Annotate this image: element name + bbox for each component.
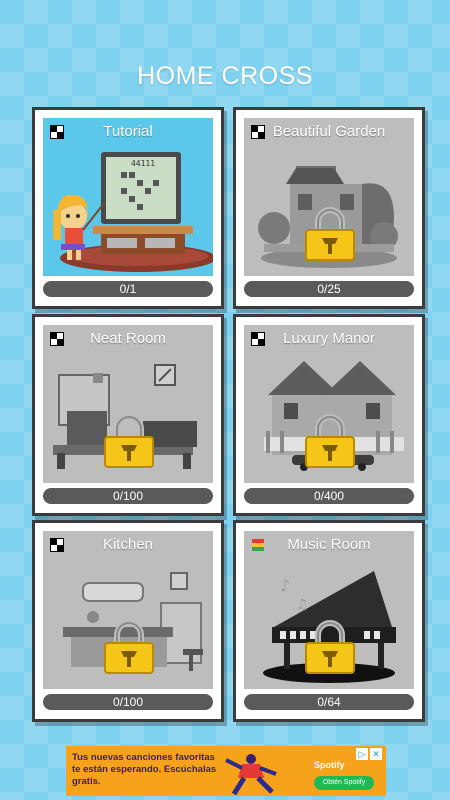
- card-title: Kitchen: [102, 536, 154, 553]
- ad-cta-button[interactable]: Obtén Spotify: [314, 776, 374, 790]
- puzzle-card-neat-room[interactable]: Neat Room 0/100: [35, 317, 221, 513]
- lock-icon: [305, 414, 355, 468]
- card-artwork: Beautiful Garden: [244, 118, 414, 276]
- progress-label: 0/64: [244, 694, 414, 710]
- spotify-logo: Spotify: [314, 760, 345, 770]
- ad-banner[interactable]: Tus nuevas canciones favoritas te están …: [66, 746, 386, 796]
- board-numbers: 44111: [131, 159, 155, 168]
- puzzle-card-kitchen[interactable]: Kitchen 0/100: [35, 523, 221, 719]
- card-artwork: Neat Room: [43, 325, 213, 483]
- card-title: Luxury Manor: [283, 330, 375, 347]
- svg-text:♪: ♪: [280, 576, 290, 595]
- ad-text: Tus nuevas canciones favoritas te están …: [72, 752, 217, 787]
- puzzle-card-music-room[interactable]: Music Room ♪ ♫ 0/64: [236, 523, 422, 719]
- lock-icon: [305, 620, 355, 674]
- card-title: Beautiful Garden: [272, 123, 386, 140]
- card-artwork: Tutorial 44111: [43, 118, 213, 276]
- progress-label: 0/1: [43, 281, 213, 297]
- card-title: Tutorial: [103, 123, 153, 140]
- lock-icon: [104, 414, 154, 468]
- progress-label: 0/100: [43, 488, 213, 504]
- svg-text:♫: ♫: [296, 597, 309, 613]
- ad-info-icon[interactable]: ▷: [356, 748, 368, 760]
- ad-choices[interactable]: ▷ ✕: [356, 748, 384, 760]
- page-title: HOME CROSS: [137, 62, 313, 90]
- tutorial-artwork: 44111: [53, 152, 213, 272]
- card-title: Neat Room: [90, 330, 166, 347]
- lock-icon: [104, 620, 154, 674]
- close-icon[interactable]: ✕: [370, 748, 382, 760]
- card-artwork: Luxury Manor: [244, 325, 414, 483]
- dancer-illustration: [225, 754, 277, 796]
- puzzle-card-tutorial[interactable]: Tutorial 44111 0/1: [35, 110, 221, 306]
- progress-label: 0/25: [244, 281, 414, 297]
- card-artwork: Kitchen: [43, 531, 213, 689]
- card-title: Music Room: [287, 536, 371, 553]
- lock-icon: [305, 207, 355, 261]
- progress-label: 0/100: [43, 694, 213, 710]
- puzzle-card-beautiful-garden[interactable]: Beautiful Garden 0/25: [236, 110, 422, 306]
- puzzle-card-luxury-manor[interactable]: Luxury Manor 0/400: [236, 317, 422, 513]
- card-artwork: Music Room ♪ ♫: [244, 531, 414, 689]
- progress-label: 0/400: [244, 488, 414, 504]
